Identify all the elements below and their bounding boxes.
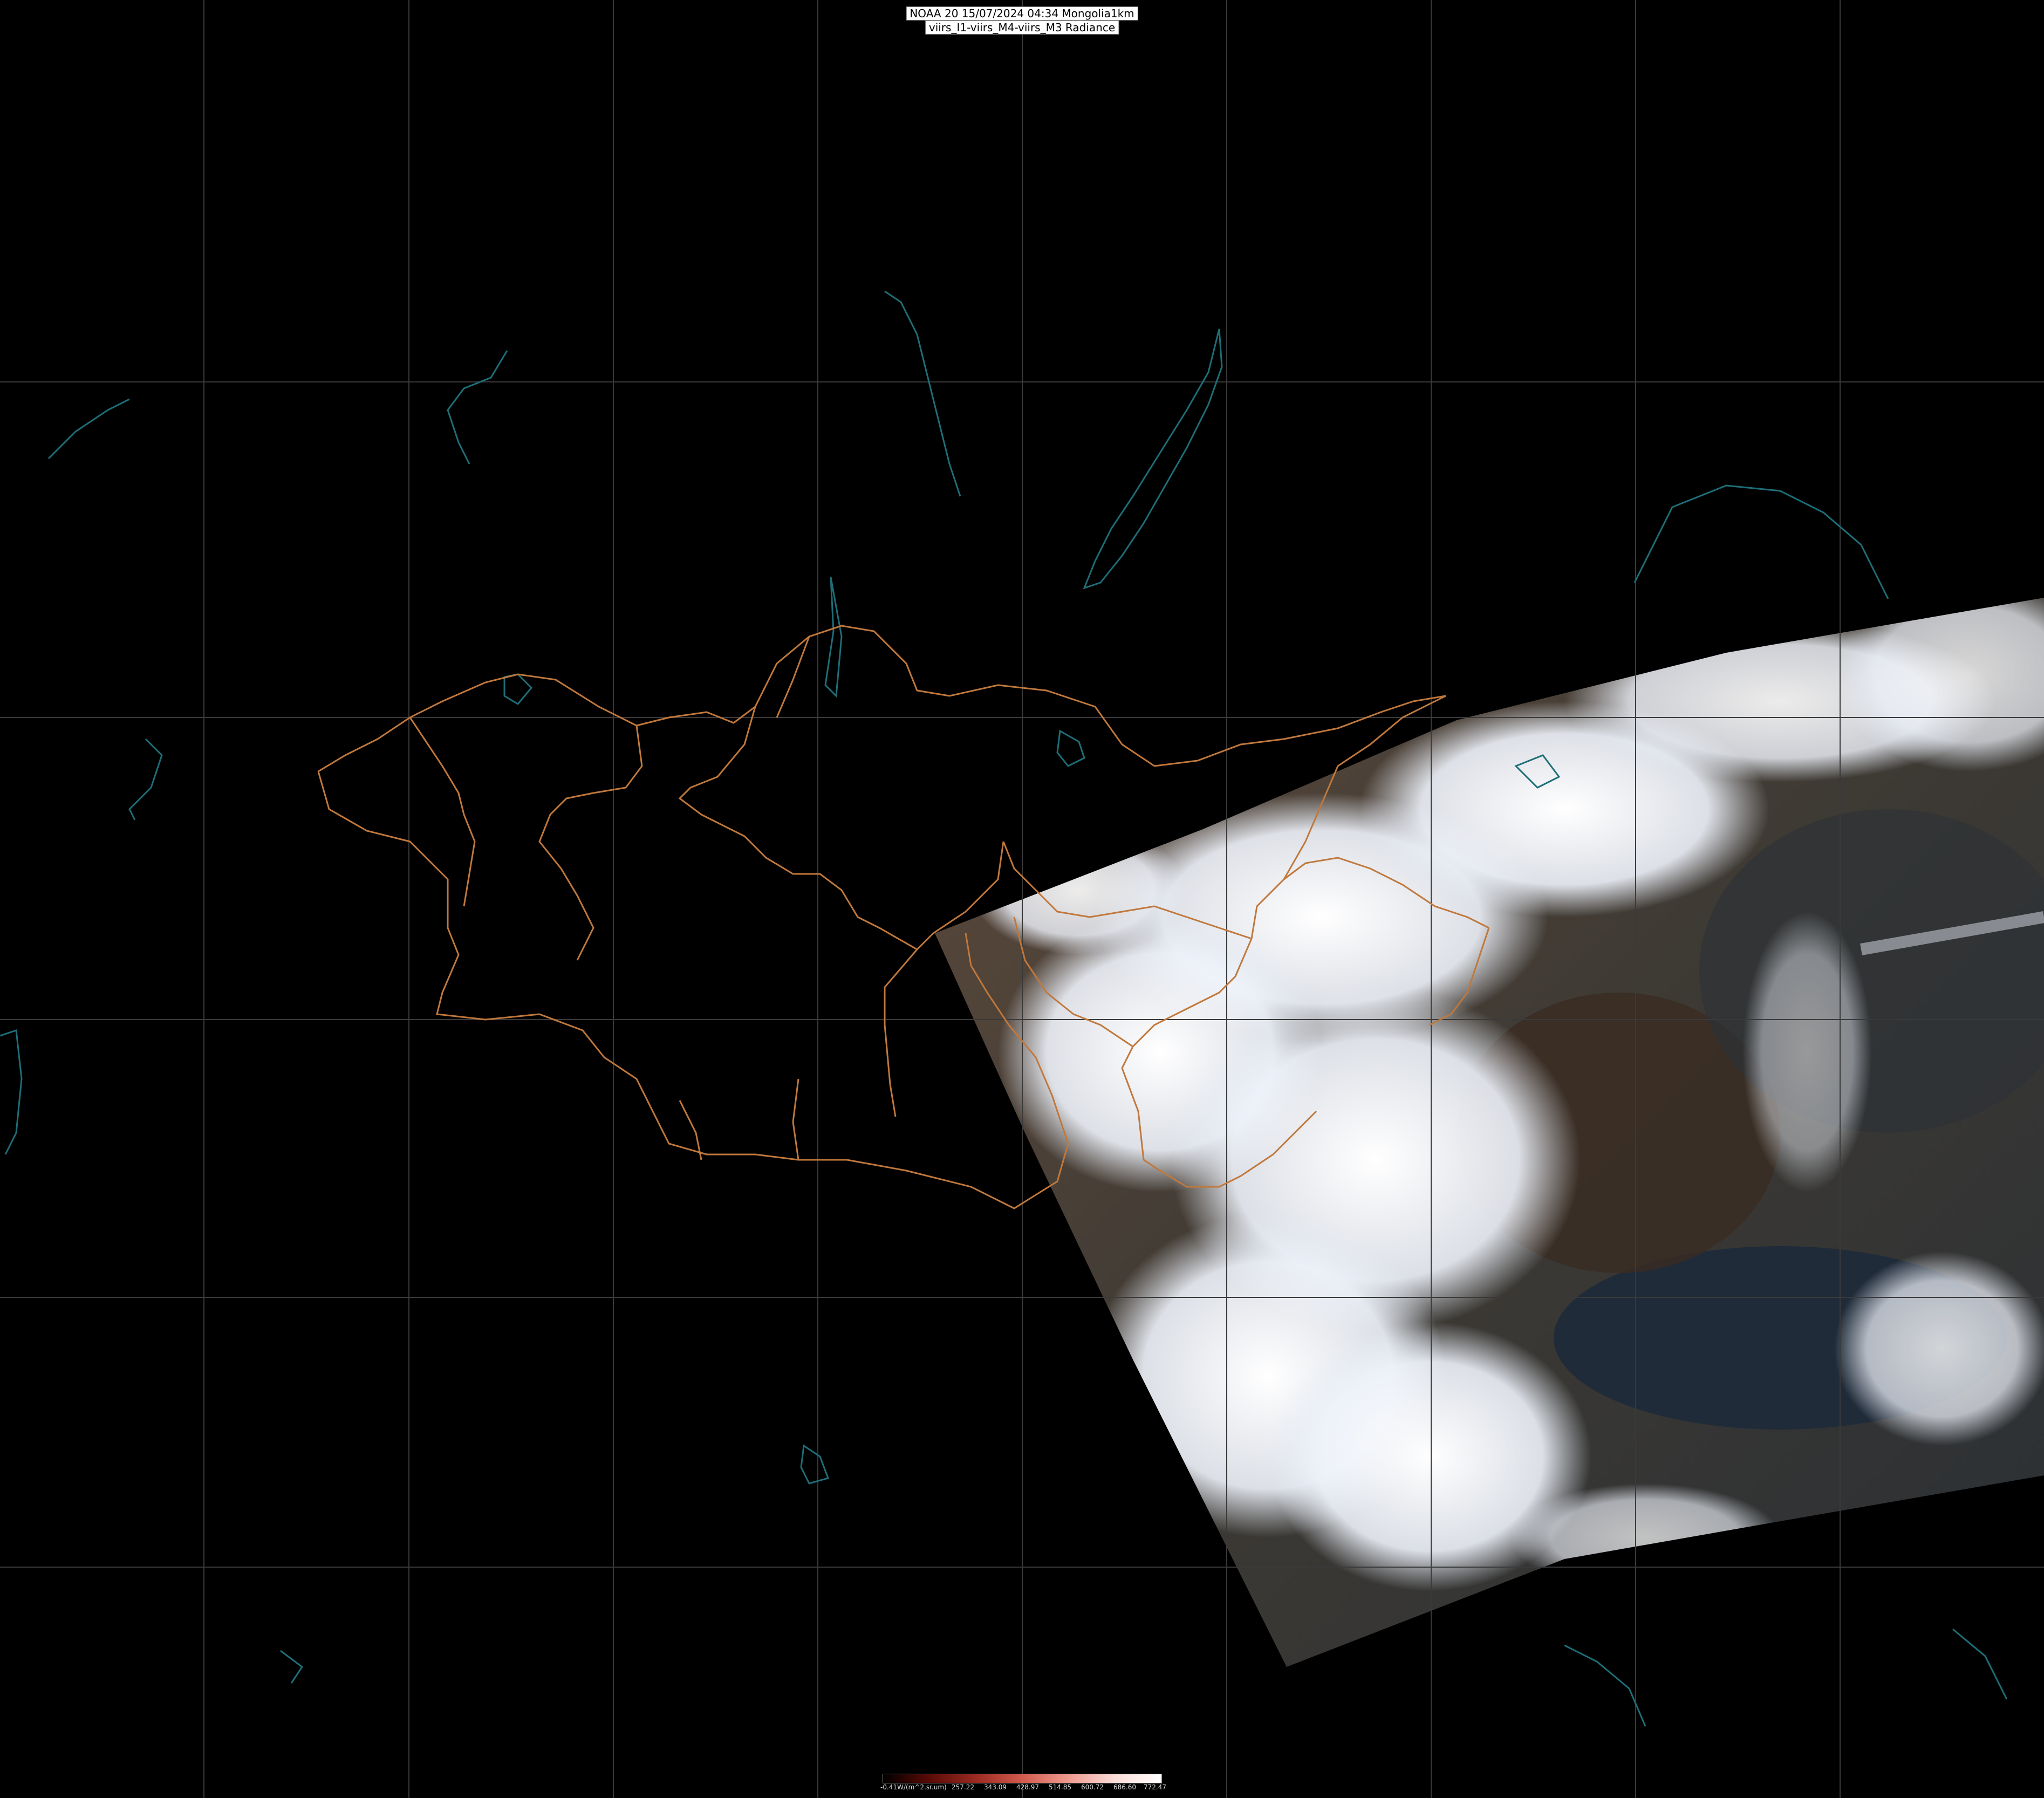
map-title: NOAA 20 15/07/2024 04:34 Mongolia1km bbox=[906, 6, 1138, 20]
legend-tick: 514.85 bbox=[1049, 1783, 1071, 1791]
map-subtitle: viirs_I1-viirs_M4-viirs_M3 Radiance bbox=[925, 20, 1119, 35]
legend-tick: 600.72 bbox=[1081, 1783, 1104, 1791]
legend-tick: 343.09 bbox=[984, 1783, 1007, 1791]
legend-ticks: -0.41W/(m^2.sr.um) 257.22 343.09 428.97 … bbox=[880, 1783, 1166, 1792]
legend-gradient-bar bbox=[883, 1774, 1162, 1783]
legend-unit-label: -0.41W/(m^2.sr.um) bbox=[880, 1783, 947, 1791]
color-legend: -0.41W/(m^2.sr.um) 257.22 343.09 428.97 … bbox=[880, 1774, 1166, 1792]
satellite-map bbox=[0, 0, 2044, 1798]
legend-tick: 428.97 bbox=[1016, 1783, 1039, 1791]
legend-tick: 772.47 bbox=[1144, 1783, 1166, 1791]
satellite-swath bbox=[935, 598, 2044, 1667]
legend-tick: 686.60 bbox=[1113, 1783, 1136, 1791]
legend-tick: 257.22 bbox=[952, 1783, 974, 1791]
